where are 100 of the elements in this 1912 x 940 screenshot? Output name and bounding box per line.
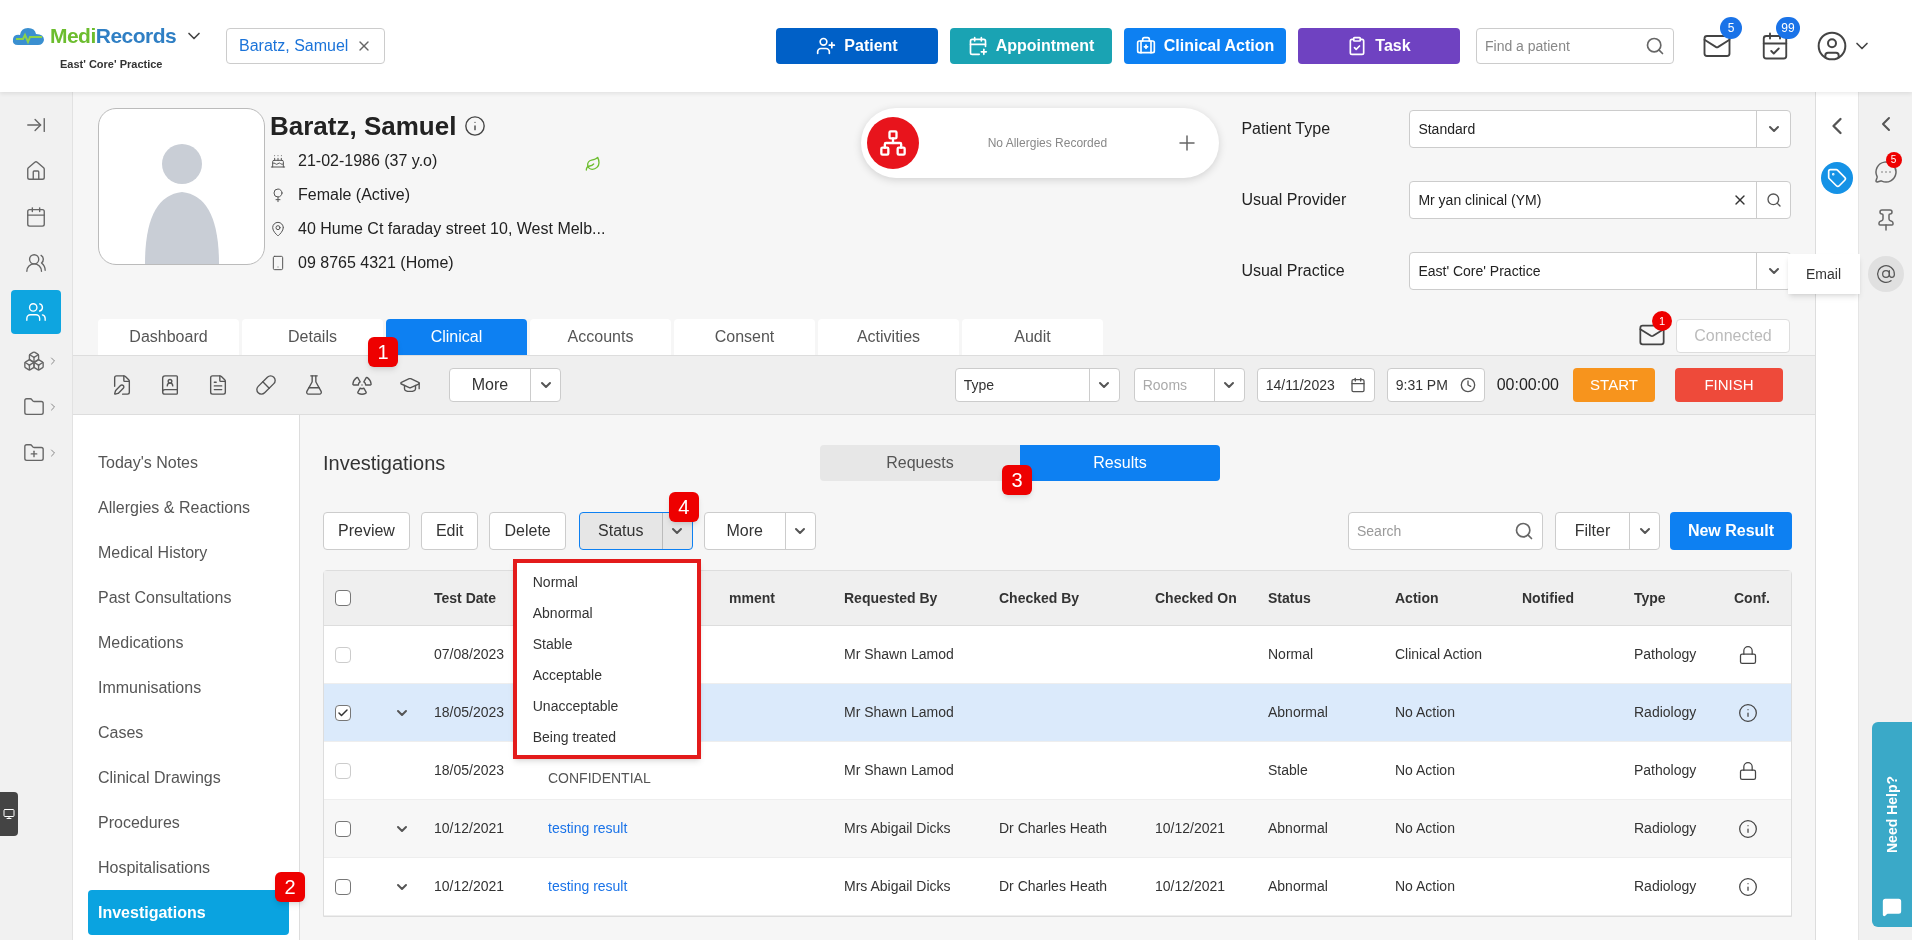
tag-button[interactable] [1821, 162, 1853, 194]
device-tab[interactable] [0, 792, 18, 836]
search-field[interactable]: Search [1348, 512, 1543, 550]
select-value: Type [962, 375, 996, 395]
callout-number: 4 [668, 492, 699, 522]
select-all-checkbox[interactable] [335, 590, 351, 606]
menu-item[interactable]: Cases [88, 710, 289, 755]
menu-option[interactable]: Abnormal [516, 598, 697, 629]
calendar-check-icon[interactable] [1760, 31, 1790, 61]
finish-button[interactable]: FINISH [1675, 368, 1783, 402]
action-button[interactable]: Clinical Action [1124, 28, 1286, 64]
menu-option[interactable]: Unacceptable [516, 691, 697, 722]
monitor-icon [3, 808, 15, 820]
menu-item[interactable]: Medical History [88, 530, 289, 575]
table-cell-text: No Action [1395, 819, 1456, 838]
edit-document-icon[interactable] [111, 374, 133, 396]
calendar-icon[interactable] [25, 206, 47, 228]
select-field[interactable]: Standard [1409, 110, 1792, 148]
clipboard-icon [1347, 36, 1368, 56]
menu-item[interactable]: Medications [88, 620, 289, 665]
search-input[interactable]: Search [1357, 520, 1514, 542]
tab[interactable]: Activities [818, 319, 959, 355]
logo-text: MediRecords [50, 23, 177, 49]
tab[interactable]: Accounts [530, 319, 671, 355]
patient-tab[interactable]: Baratz, Samuel [226, 28, 386, 64]
search-icon[interactable] [1514, 521, 1534, 541]
time-value: 9:31 PM [1395, 375, 1449, 395]
info-icon[interactable] [1738, 702, 1758, 723]
result-link[interactable]: testing result [548, 818, 699, 839]
search-icon[interactable] [1765, 192, 1782, 208]
menu-item[interactable]: Immunisations [88, 665, 289, 710]
folder-plus-icon[interactable] [23, 442, 45, 464]
search-icon[interactable] [1645, 36, 1665, 56]
info-icon[interactable] [464, 115, 487, 137]
count-badge: 99 [1776, 17, 1800, 39]
tab[interactable]: Audit [962, 319, 1103, 355]
tooltip: Email [1787, 254, 1860, 294]
document-icon[interactable] [207, 374, 229, 396]
email-button[interactable] [1867, 256, 1904, 292]
column-header: Notified [1522, 588, 1576, 608]
toolbar-button[interactable]: Preview [323, 512, 410, 550]
menu-item[interactable]: Procedures [88, 800, 289, 845]
people-icon[interactable] [25, 252, 47, 274]
menu-option[interactable]: Stable [516, 629, 697, 660]
home-icon[interactable] [25, 160, 47, 182]
table-cell-text: Mr Shawn Lamod [844, 761, 955, 780]
flask-icon[interactable] [303, 374, 325, 396]
column-header: Status [1268, 588, 1312, 608]
table-cell-text: No Action [1395, 761, 1456, 780]
tab[interactable]: Dashboard [98, 319, 239, 355]
toolbar-button[interactable]: Edit [420, 512, 479, 550]
table-cell-text: Abnormal [1268, 819, 1329, 838]
new-result-button[interactable]: New Result [1670, 512, 1792, 550]
menu-item[interactable]: Allergies & Reactions [88, 485, 289, 530]
row-checkbox[interactable] [335, 820, 351, 837]
allergies-status: No Allergies Recorded [986, 135, 1109, 152]
time-field[interactable]: 9:31 PM [1386, 368, 1485, 402]
action-button[interactable]: Patient [776, 28, 938, 64]
timer: 00:00:00 [1496, 375, 1559, 395]
table-cell-text: 10/12/2021 [434, 819, 506, 838]
menu-item[interactable]: Today's Notes [88, 440, 289, 485]
menu-item[interactable]: Clinical Drawings [88, 755, 289, 800]
field-value: Mr yan clinical (YM) [1417, 190, 1543, 210]
find-patient-field[interactable]: Find a patient [1476, 28, 1674, 64]
filter-dropdown[interactable]: Filter [1555, 512, 1660, 550]
info-icon[interactable] [1738, 818, 1758, 839]
folder-icon[interactable] [23, 396, 45, 418]
cake-icon [270, 153, 286, 169]
more-dropdown[interactable]: More [449, 368, 561, 402]
modules-icon[interactable] [23, 350, 45, 372]
menu-item[interactable]: Past Consultations [88, 575, 289, 620]
date-field[interactable]: 14/11/2023 [1256, 368, 1375, 402]
tab[interactable]: Consent [674, 319, 815, 355]
chat-bubble-icon [1882, 897, 1902, 917]
row-checkbox[interactable] [335, 878, 351, 895]
more-dropdown[interactable]: More [703, 512, 816, 550]
filter-label: Filter [1573, 521, 1612, 541]
column-header: mment [728, 588, 776, 608]
result-link[interactable]: testing result [548, 876, 699, 897]
tab[interactable]: Clinical [386, 319, 527, 355]
contact-book-icon[interactable] [159, 374, 181, 396]
leaf-icon [585, 156, 602, 172]
calendar-icon[interactable] [1349, 377, 1366, 393]
select-field[interactable]: East' Core' Practice [1409, 252, 1792, 290]
callout-number: 3 [1002, 464, 1032, 495]
table-cell-text: Abnormal [1268, 877, 1329, 896]
action-button[interactable]: Task [1298, 28, 1460, 64]
info-icon[interactable] [1738, 876, 1758, 897]
row-checkbox[interactable] [335, 704, 351, 721]
toolbar-button[interactable]: Delete [489, 512, 566, 550]
provider-search-field[interactable]: Mr yan clinical (YM) [1409, 181, 1792, 219]
menu-option[interactable]: Normal [516, 567, 697, 598]
pill-icon[interactable] [255, 374, 277, 396]
radiation-icon[interactable] [351, 374, 373, 396]
table-row[interactable]: 10/12/2021 testing result Mrs Abigail Dicks Dr Charles Heath 10/12/2021 Abnormal No Action Radiology [324, 858, 1791, 916]
allergies-card[interactable]: No Allergies Recorded [861, 108, 1220, 178]
type-select[interactable]: Type [954, 368, 1120, 402]
user-avatar-icon[interactable] [1816, 30, 1848, 62]
find-patient-input[interactable]: Find a patient [1485, 35, 1645, 57]
clock-icon[interactable] [1459, 377, 1476, 393]
